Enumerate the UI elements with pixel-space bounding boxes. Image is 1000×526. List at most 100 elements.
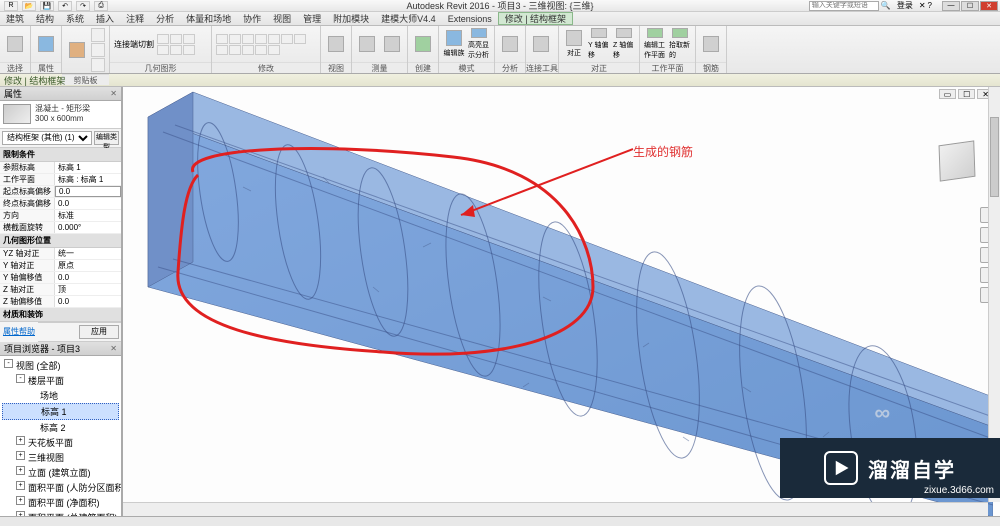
edit-family-button[interactable]: 编辑族 bbox=[443, 28, 465, 60]
tree-item[interactable]: +立面 (建筑立面) bbox=[2, 465, 119, 480]
tab-view[interactable]: 视图 bbox=[267, 12, 297, 25]
tree-item[interactable]: +面积平面 (人防分区面积) bbox=[2, 480, 119, 495]
window-minimize-button[interactable]: — bbox=[942, 1, 960, 11]
tree-item[interactable]: +面积平面 (净面积) bbox=[2, 495, 119, 510]
modify-btn-10[interactable] bbox=[242, 45, 254, 55]
qat-undo[interactable]: ↶ bbox=[58, 1, 72, 11]
modify-btn-2[interactable] bbox=[229, 34, 241, 44]
match-button[interactable] bbox=[91, 58, 105, 72]
tree-toggle-icon[interactable]: - bbox=[16, 374, 25, 383]
browser-close-icon[interactable]: ✕ bbox=[110, 344, 117, 353]
tree-toggle-icon[interactable]: + bbox=[16, 466, 25, 475]
prop-z-offset[interactable]: 0.0 bbox=[55, 296, 121, 307]
geom-btn-5[interactable] bbox=[170, 45, 182, 55]
tree-item[interactable]: -视图 (全部) bbox=[2, 358, 119, 373]
prop-ref-level[interactable]: 标高 1 bbox=[55, 162, 121, 173]
modify-btn-11[interactable] bbox=[255, 45, 267, 55]
modify-btn-12[interactable] bbox=[268, 45, 280, 55]
prop-y-justify[interactable]: 原点 bbox=[55, 260, 121, 271]
tab-analyze[interactable]: 分析 bbox=[150, 12, 180, 25]
help-icon[interactable]: ? bbox=[928, 1, 932, 10]
tree-toggle-icon[interactable]: + bbox=[16, 451, 25, 460]
pick-new-button[interactable]: 拾取新的 bbox=[669, 28, 691, 60]
tab-annotate[interactable]: 注释 bbox=[120, 12, 150, 25]
tab-modify-contextual[interactable]: 修改 | 结构框架 bbox=[498, 12, 573, 25]
highlight-analysis-button[interactable]: 高亮显示分析 bbox=[468, 28, 490, 60]
modify-btn-3[interactable] bbox=[242, 34, 254, 44]
tab-collaborate[interactable]: 协作 bbox=[237, 12, 267, 25]
tab-massing[interactable]: 体量和场地 bbox=[180, 12, 237, 25]
3d-viewport[interactable]: ▭ ☐ ✕ bbox=[122, 87, 1000, 516]
modify-btn-5[interactable] bbox=[268, 34, 280, 44]
tab-extensions[interactable]: Extensions bbox=[442, 12, 498, 25]
z-offset-button[interactable]: Z 轴偏移 bbox=[613, 28, 635, 60]
tree-toggle-icon[interactable]: - bbox=[4, 359, 13, 368]
tab-architecture[interactable]: 建筑 bbox=[0, 12, 30, 25]
justify-button[interactable]: 对正 bbox=[563, 28, 585, 60]
properties-close-icon[interactable]: ✕ bbox=[110, 89, 117, 98]
tree-item[interactable]: +天花板平面 bbox=[2, 435, 119, 450]
horizontal-scrollbar[interactable] bbox=[123, 502, 988, 516]
geom-btn-3[interactable] bbox=[183, 34, 195, 44]
exchange-icon[interactable]: ✕ bbox=[919, 1, 926, 10]
tab-systems[interactable]: 系统 bbox=[60, 12, 90, 25]
cope-button[interactable]: 连接端切割 bbox=[114, 39, 154, 50]
tree-item[interactable]: +三维视图 bbox=[2, 450, 119, 465]
qat-save[interactable]: 💾 bbox=[40, 1, 54, 11]
window-maximize-button[interactable]: ☐ bbox=[961, 1, 979, 11]
modify-btn-4[interactable] bbox=[255, 34, 267, 44]
tree-item[interactable]: 标高 2 bbox=[2, 420, 119, 435]
analyze-btn[interactable] bbox=[499, 28, 521, 60]
window-close-button[interactable]: ✕ bbox=[980, 1, 998, 11]
prop-start-offset[interactable]: 0.0 bbox=[55, 186, 121, 197]
geom-btn-1[interactable] bbox=[157, 34, 169, 44]
prop-end-offset[interactable]: 0.0 bbox=[55, 198, 121, 209]
modify-btn-7[interactable] bbox=[294, 34, 306, 44]
tree-item[interactable]: -楼层平面 bbox=[2, 373, 119, 388]
rebar-button[interactable] bbox=[700, 28, 722, 60]
tree-toggle-icon[interactable]: + bbox=[16, 511, 25, 516]
infocenter-icon[interactable]: 🔍 bbox=[881, 1, 891, 10]
prop-workplane[interactable]: 标高 : 标高 1 bbox=[55, 174, 121, 185]
geom-btn-6[interactable] bbox=[183, 45, 195, 55]
cut-button[interactable] bbox=[91, 28, 105, 42]
modify-btn-1[interactable] bbox=[216, 34, 228, 44]
search-input[interactable] bbox=[809, 1, 879, 11]
prop-rotation[interactable]: 0.000° bbox=[55, 222, 121, 233]
tab-modelmaster[interactable]: 建模大师V4.4 bbox=[375, 12, 442, 25]
properties-button[interactable] bbox=[35, 28, 57, 60]
prop-yz-justify[interactable]: 统一 bbox=[55, 248, 121, 259]
tree-toggle-icon[interactable]: + bbox=[16, 496, 25, 505]
qat-open[interactable]: 📂 bbox=[22, 1, 36, 11]
tab-manage[interactable]: 管理 bbox=[297, 12, 327, 25]
create-btn[interactable] bbox=[412, 28, 434, 60]
prop-y-offset[interactable]: 0.0 bbox=[55, 272, 121, 283]
edit-type-button[interactable]: 编辑类型 bbox=[94, 131, 119, 145]
geom-btn-2[interactable] bbox=[170, 34, 182, 44]
edit-workplane-button[interactable]: 编辑工作平面 bbox=[644, 28, 666, 60]
tab-structure[interactable]: 结构 bbox=[30, 12, 60, 25]
tree-toggle-icon[interactable]: + bbox=[16, 481, 25, 490]
properties-help-link[interactable]: 属性帮助 bbox=[0, 324, 38, 339]
qat-print[interactable]: ⎙ bbox=[94, 1, 108, 11]
tab-addins[interactable]: 附加模块 bbox=[327, 12, 375, 25]
signin-label[interactable]: 登录 bbox=[897, 0, 913, 11]
modify-btn-9[interactable] bbox=[229, 45, 241, 55]
paste-button[interactable] bbox=[66, 34, 88, 66]
copy-button[interactable] bbox=[91, 43, 105, 57]
type-selector[interactable]: 结构框架 (其他) (1) bbox=[2, 131, 92, 145]
tree-toggle-icon[interactable]: + bbox=[16, 436, 25, 445]
view-btn[interactable] bbox=[325, 28, 347, 60]
y-offset-button[interactable]: Y 轴偏移 bbox=[588, 28, 610, 60]
app-menu-button[interactable]: R bbox=[4, 1, 18, 11]
join-tool-btn[interactable] bbox=[530, 28, 552, 60]
viewcube[interactable] bbox=[932, 137, 982, 187]
prop-z-justify[interactable]: 顶 bbox=[55, 284, 121, 295]
prop-orientation[interactable]: 标准 bbox=[55, 210, 121, 221]
modify-btn-6[interactable] bbox=[281, 34, 293, 44]
measure-btn-2[interactable] bbox=[381, 28, 403, 60]
measure-btn-1[interactable] bbox=[356, 28, 378, 60]
select-button[interactable] bbox=[4, 28, 26, 60]
qat-redo[interactable]: ↷ bbox=[76, 1, 90, 11]
tree-item[interactable]: 场地 bbox=[2, 388, 119, 403]
